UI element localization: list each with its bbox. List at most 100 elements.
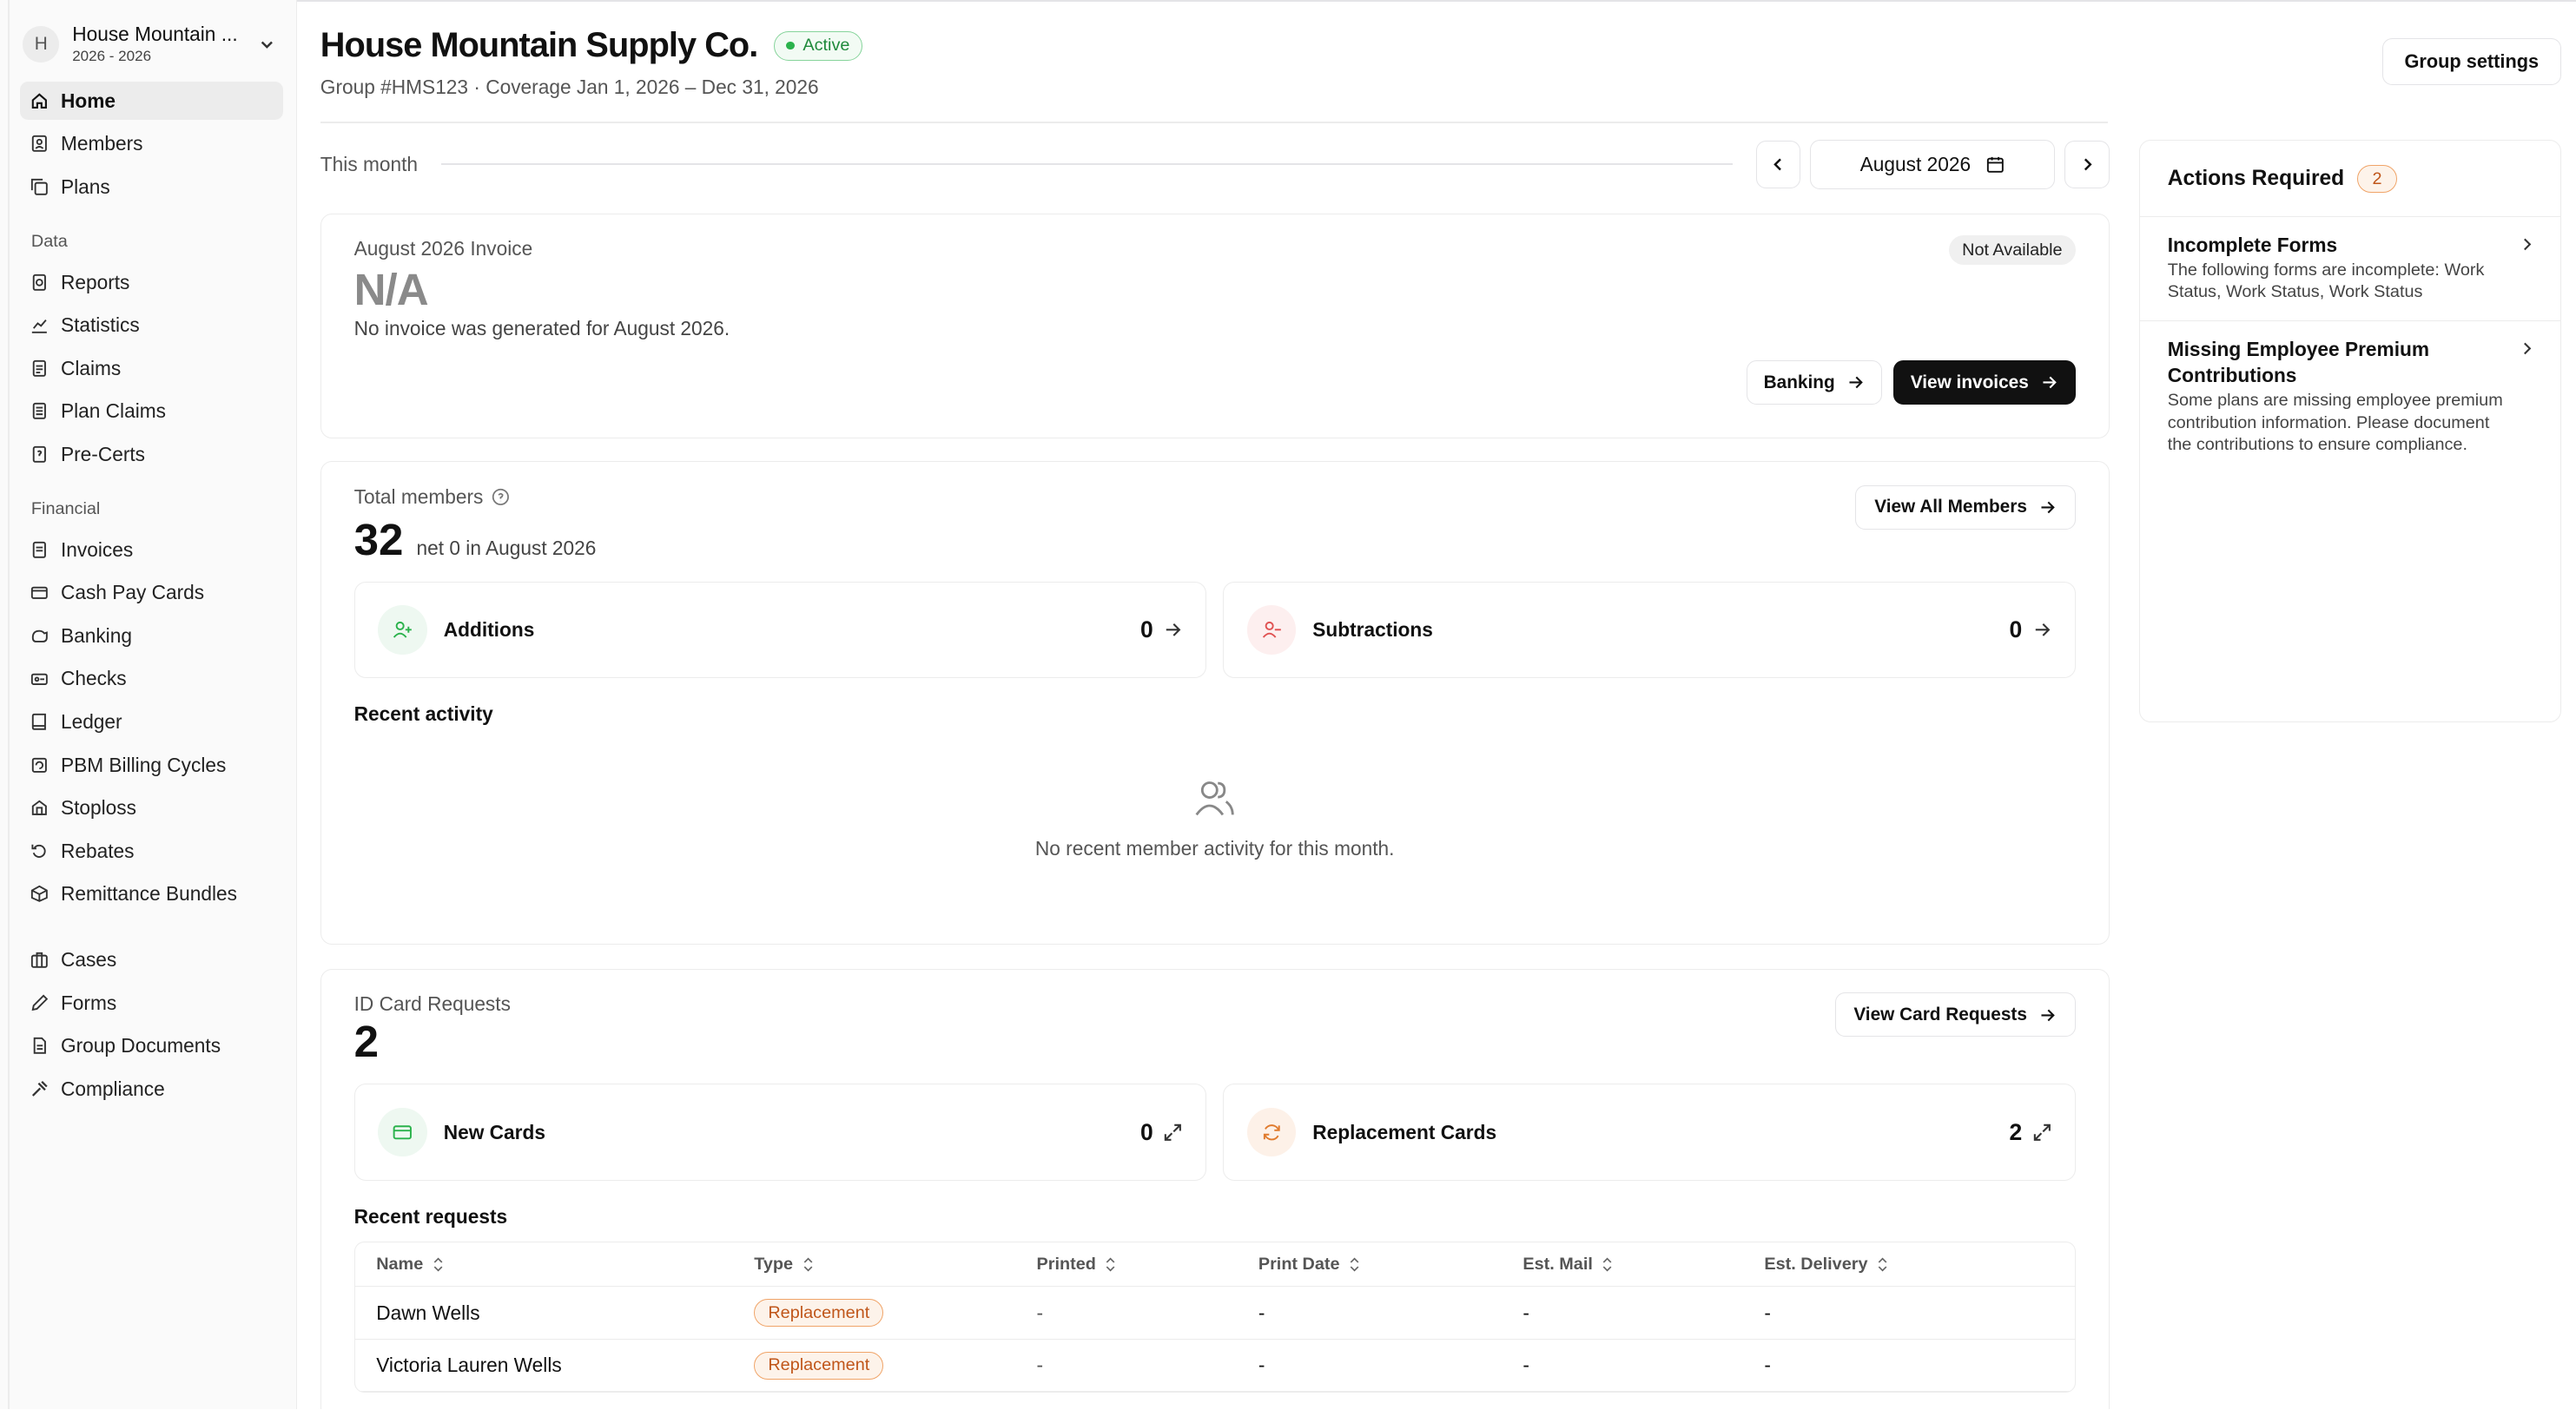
sidebar-item-statistics[interactable]: Statistics [20,306,284,345]
net-change: net 0 in August 2026 [416,536,597,559]
arrow-right-icon [1166,623,1181,636]
ledger-icon [30,712,50,732]
column-header-label: Est. Mail [1522,1254,1593,1274]
sidebar-item-group-documents[interactable]: Group Documents [20,1027,284,1065]
documents-icon [30,1036,50,1056]
banking-button[interactable]: Banking [1746,360,1882,405]
view-card-requests-button[interactable]: View Card Requests [1834,992,2076,1038]
sidebar-item-ledger[interactable]: Ledger [20,703,284,741]
cell-print-date: - [1258,1354,1265,1377]
sidebar-item-remittance-bundles[interactable]: Remittance Bundles [20,875,284,913]
selected-month: August 2026 [1859,152,1972,175]
plans-icon [30,177,50,197]
recent-activity-title: Recent activity [353,702,493,726]
cell-name: Victoria Lauren Wells [376,1354,562,1377]
table-row[interactable]: Dawn Wells Replacement - - - - [354,1287,2075,1340]
chevron-right-icon [2523,342,2531,354]
reports-icon [30,273,50,293]
sidebar-item-label: Checks [60,667,127,690]
invoices-icon [30,540,50,560]
claims-icon [30,359,50,379]
sidebar-item-plan-claims[interactable]: Plan Claims [20,392,284,431]
column-header-est-mail[interactable]: Est. Mail [1502,1255,1743,1275]
sort-icon [1878,1257,1887,1272]
id-card-requests-card: ID Card Requests 2 View Card Requests Ne… [320,968,2110,1409]
sidebar-item-plans[interactable]: Plans [20,168,284,206]
sidebar-item-banking[interactable]: Banking [20,617,284,656]
sidebar-item-reports[interactable]: Reports [20,263,284,301]
sidebar-item-label: Compliance [60,1077,165,1100]
sidebar-item-pre-certs[interactable]: Pre-Certs [20,436,284,474]
sidebar-item-claims[interactable]: Claims [20,349,284,387]
sidebar-item-forms[interactable]: Forms [20,984,284,1022]
next-month-button[interactable] [2064,140,2110,188]
column-header-label: Printed [1036,1254,1096,1274]
sidebar-item-label: Members [60,132,143,155]
sidebar-item-compliance[interactable]: Compliance [20,1071,284,1109]
actions-required-panel: Actions Required 2 Incomplete Forms The … [2138,139,2561,723]
subtractions-tile[interactable]: Subtractions 0 [1223,581,2076,679]
sidebar-item-home[interactable]: Home [19,82,284,120]
column-header-est-delivery[interactable]: Est. Delivery [1743,1255,2075,1275]
org-name: House Mountain ... [72,23,238,46]
sidebar-item-label: Invoices [60,537,134,561]
main-content: House Mountain Supply Co. Active Group #… [297,0,2575,1409]
recent-requests-title: Recent requests [353,1205,508,1229]
sidebar-item-cases[interactable]: Cases [20,941,284,979]
action-item-title: Missing Employee Premium Contributions [2167,337,2430,387]
users-icon [1195,781,1234,816]
column-header-name[interactable]: Name [355,1255,733,1275]
org-avatar: H [23,26,60,63]
column-header-type[interactable]: Type [733,1255,1015,1275]
header-divider [320,121,2108,123]
month-label: This month [320,152,419,175]
column-header-print-date[interactable]: Print Date [1237,1255,1502,1275]
new-cards-tile[interactable]: New Cards 0 [353,1084,1207,1181]
cell-est-delivery: - [1764,1354,1771,1377]
additions-tile[interactable]: Additions 0 [353,581,1207,679]
view-all-members-label: View All Members [1874,497,2027,517]
sidebar-item-invoices[interactable]: Invoices [20,531,284,570]
action-item-incomplete-forms[interactable]: Incomplete Forms The following forms are… [2139,217,2560,321]
invoice-amount: N/A [353,265,429,315]
sidebar-item-label: Remittance Bundles [60,882,237,906]
column-header-label: Type [754,1254,794,1274]
forms-icon [30,993,50,1013]
help-icon[interactable] [492,488,510,506]
checks-icon [30,669,50,689]
sidebar-item-cash-pay-cards[interactable]: Cash Pay Cards [20,574,284,612]
arrow-right-icon [2035,623,2050,636]
sidebar-item-label: Stoploss [60,796,136,820]
sidebar-item-members[interactable]: Members [20,125,284,163]
pre-certs-icon [30,445,50,465]
org-switcher[interactable]: H House Mountain ... 2026 - 2026 [20,20,284,76]
table-row[interactable]: Victoria Lauren Wells Replacement - - - … [354,1340,2075,1393]
table-header: Name Type Printed Print Date Est. Mail E… [354,1242,2075,1288]
sidebar-item-pbm-billing-cycles[interactable]: PBM Billing Cycles [20,746,284,784]
sidebar-item-label: Cases [60,948,117,972]
previous-month-button[interactable] [1755,140,1800,188]
sidebar-edge [8,0,10,1409]
view-invoices-button[interactable]: View invoices [1892,360,2076,405]
replacement-cards-tile[interactable]: Replacement Cards 2 [1223,1084,2076,1181]
statistics-icon [30,315,50,335]
sidebar-item-checks[interactable]: Checks [20,660,284,698]
additions-count: 0 [1139,616,1153,642]
view-card-requests-label: View Card Requests [1853,1004,2027,1025]
action-item-missing-contributions[interactable]: Missing Employee Premium Contributions S… [2140,321,2560,473]
sidebar-item-label: Ledger [60,709,122,733]
members-card: Total members 32 net 0 in August 2026 Vi… [320,461,2110,945]
additions-label: Additions [443,617,535,641]
sidebar-item-label: Claims [60,356,122,379]
month-picker[interactable]: August 2026 [1810,139,2056,189]
column-header-printed[interactable]: Printed [1015,1255,1237,1275]
view-all-members-button[interactable]: View All Members [1855,484,2076,530]
sidebar-item-stoploss[interactable]: Stoploss [20,789,284,827]
replacement-cards-count: 2 [2009,1118,2023,1145]
sidebar-item-rebates[interactable]: Rebates [20,832,284,870]
user-minus-icon [1246,604,1297,655]
group-settings-button[interactable]: Group settings [2381,37,2561,86]
status-dot-icon [786,42,795,50]
sidebar-item-label: Forms [60,991,117,1014]
empty-state-text: No recent member activity for this month… [1034,836,1395,860]
